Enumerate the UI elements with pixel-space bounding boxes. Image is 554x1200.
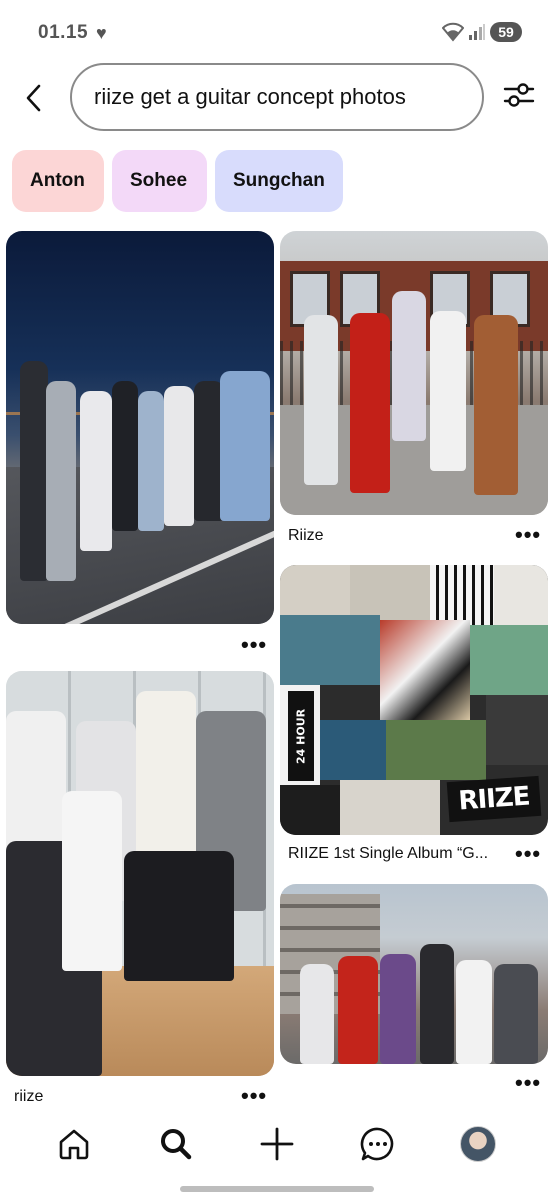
pin-title: RIIZE 1st Single Album “G...	[288, 845, 489, 862]
person-figure	[338, 956, 378, 1064]
home-indicator	[180, 1186, 374, 1192]
chip-sohee[interactable]: Sohee	[112, 150, 207, 212]
person-figure	[350, 313, 390, 493]
plus-icon	[260, 1127, 294, 1161]
collage-tile	[280, 785, 340, 835]
more-options-icon[interactable]: •••	[241, 1085, 267, 1107]
person-figure	[112, 381, 138, 531]
chevron-left-icon	[26, 84, 41, 112]
pin-image[interactable]	[6, 231, 274, 624]
person-figure	[62, 791, 122, 971]
search-query: riize get a guitar concept photos	[94, 84, 406, 109]
person-figure	[430, 311, 466, 471]
person-figure	[304, 315, 338, 485]
home-icon	[59, 1129, 89, 1160]
back-button[interactable]	[16, 80, 52, 116]
person-figure	[80, 391, 112, 551]
more-options-icon[interactable]: •••	[241, 634, 267, 656]
person-figure	[220, 371, 270, 521]
status-time: 01.15	[38, 22, 89, 43]
person-figure	[456, 960, 492, 1064]
chip-sungchan[interactable]: Sungchan	[215, 150, 343, 212]
person-figure	[494, 964, 538, 1064]
nav-messages[interactable]	[358, 1124, 398, 1164]
pin-image[interactable]	[280, 231, 548, 515]
messages-icon	[360, 1127, 394, 1161]
nav-search[interactable]	[156, 1124, 196, 1164]
wifi-icon	[441, 22, 465, 47]
chip-anton[interactable]: Anton	[12, 150, 104, 212]
search-icon	[161, 1129, 192, 1160]
pin-image[interactable]: 24 HOUR RIIZE	[280, 565, 548, 835]
pin-image[interactable]	[280, 884, 548, 1064]
collage-tile	[350, 565, 430, 620]
person-figure	[20, 361, 48, 581]
person-figure	[46, 381, 76, 581]
nav-create[interactable]	[257, 1124, 297, 1164]
collage-tile	[494, 565, 548, 625]
search-input[interactable]: riize get a guitar concept photos	[70, 63, 484, 131]
more-options-icon[interactable]: •••	[515, 1072, 541, 1094]
collage-tile	[470, 625, 548, 695]
riize-logo: RIIZE	[446, 775, 542, 823]
pin-title: Riize	[288, 527, 324, 544]
heart-icon: ♥	[96, 23, 107, 43]
person-figure	[124, 851, 234, 981]
sliders-icon	[503, 83, 535, 107]
collage-sticker: 24 HOUR	[288, 691, 314, 781]
more-options-icon[interactable]: •••	[515, 524, 541, 546]
collage-tile	[280, 615, 380, 685]
battery-indicator: 59	[490, 22, 522, 42]
signal-icon	[468, 23, 486, 46]
person-figure	[474, 315, 518, 495]
collage-tile	[320, 720, 386, 780]
person-figure	[420, 944, 454, 1064]
collage-tile	[486, 695, 548, 765]
more-options-icon[interactable]: •••	[515, 843, 541, 865]
person-figure	[164, 386, 194, 526]
collage-tile	[430, 565, 494, 625]
person-figure	[392, 291, 426, 441]
collage-tile	[280, 565, 350, 615]
person-figure	[138, 391, 164, 531]
collage-tile	[340, 780, 440, 835]
person-figure	[300, 964, 334, 1064]
collage-tile	[380, 620, 470, 720]
pin-image[interactable]	[6, 671, 274, 1076]
status-bar: 01.15 ♥ 59	[0, 0, 554, 62]
profile-avatar[interactable]	[460, 1126, 496, 1162]
suggestion-chips: Anton Sohee Sungchan	[12, 150, 343, 212]
person-figure	[380, 954, 416, 1064]
nav-home[interactable]	[54, 1124, 94, 1164]
filter-button[interactable]	[500, 76, 538, 114]
collage-tile	[386, 720, 486, 780]
